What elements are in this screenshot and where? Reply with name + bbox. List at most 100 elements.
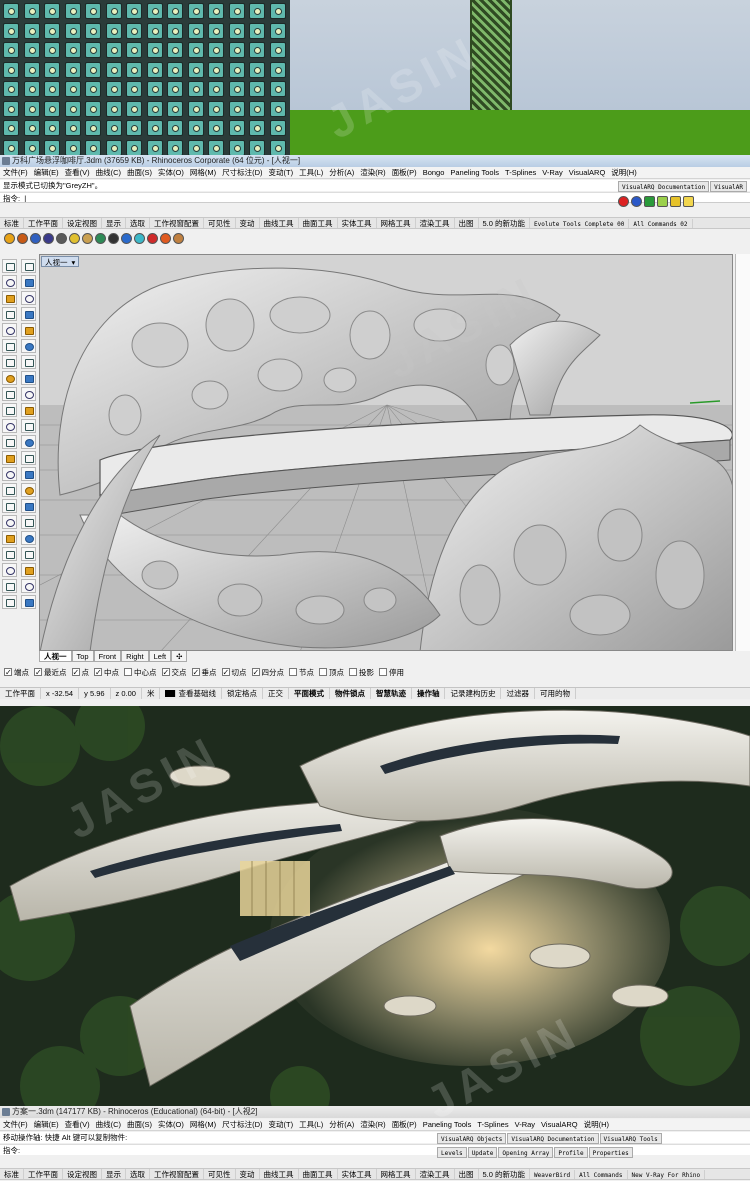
left-tool-icon[interactable] (21, 595, 36, 609)
left-tool-icon[interactable] (2, 291, 17, 305)
left-tool-icon[interactable] (2, 563, 17, 577)
toolbar-tool-icon[interactable] (173, 232, 184, 244)
left-tool-icon[interactable] (2, 307, 17, 321)
toolbar-tab[interactable]: 网格工具 (377, 1169, 416, 1179)
left-tool-icon[interactable] (21, 563, 36, 577)
toolbar-tab[interactable]: 可见性 (204, 1169, 236, 1179)
left-tool-icon[interactable] (21, 371, 36, 385)
toolbar-tool-icon[interactable] (147, 232, 158, 244)
add-viewport-icon[interactable]: ✣ (171, 651, 188, 662)
left-tool-icon[interactable] (21, 387, 36, 401)
left-tool-icon[interactable] (2, 515, 17, 529)
left-tool-icon[interactable] (21, 435, 36, 449)
left-tool-icon[interactable] (2, 467, 17, 481)
osnap-checkbox[interactable]: 节点 (289, 666, 314, 679)
left-tool-icon[interactable] (21, 419, 36, 433)
menu-item[interactable]: 实体(O) (155, 1119, 187, 1130)
left-tool-icon[interactable] (21, 275, 36, 289)
status-toggle[interactable]: 操作轴 (412, 688, 446, 699)
vray-warning-icon[interactable] (683, 195, 694, 207)
osnap-checkbox[interactable]: 四分点 (251, 666, 284, 679)
panel-tab[interactable]: VisualARQ Documentation (618, 181, 710, 192)
left-tool-icon[interactable] (21, 403, 36, 417)
toolbar-tab[interactable]: 曲线工具 (260, 1169, 299, 1179)
toolbar-tab[interactable]: 渲染工具 (416, 1169, 455, 1179)
left-tool-icon[interactable] (2, 403, 17, 417)
toolbar-tab[interactable]: All Commands 02 (629, 219, 693, 228)
menu-item[interactable]: 面板(P) (389, 1119, 420, 1130)
toolbar-tab[interactable]: 设定视图 (63, 218, 102, 228)
toolbar-tool-icon[interactable] (121, 232, 132, 244)
visualarq-tool-button[interactable]: Update (467, 1147, 498, 1158)
vray-light-icon[interactable] (657, 195, 668, 207)
left-tool-icon[interactable] (2, 275, 17, 289)
menu-item[interactable]: 分析(A) (326, 167, 357, 178)
osnap-checkbox[interactable]: 最近点 (34, 666, 67, 679)
left-tool-icon[interactable] (2, 355, 17, 369)
toolbar-tab[interactable]: 网格工具 (377, 218, 416, 228)
menu-item[interactable]: 说明(H) (581, 1119, 612, 1130)
status-toggle[interactable]: 智慧轨迹 (371, 688, 412, 699)
toolbar-tab[interactable]: 5.0 的新功能 (479, 1169, 531, 1179)
toolbar-tool-icon[interactable] (95, 232, 106, 244)
toolbar-tab[interactable]: 变动 (236, 1169, 260, 1179)
menu-item[interactable]: 面板(P) (389, 167, 420, 178)
left-tool-icon[interactable] (2, 259, 17, 273)
left-tool-icon[interactable] (21, 259, 36, 273)
osnap-checkbox[interactable]: 交点 (161, 666, 187, 679)
toolbar-tab[interactable]: 标准 (0, 1169, 24, 1179)
toolbar-tab[interactable]: 工作视窗配置 (150, 1169, 204, 1179)
vray-sun-icon[interactable] (670, 195, 681, 207)
viewport-tab[interactable]: Left (148, 651, 172, 662)
toolbar-tab[interactable]: All Commands (575, 1170, 628, 1179)
left-tool-icon[interactable] (21, 547, 36, 561)
toolbar-tool-icon[interactable] (134, 232, 145, 244)
toolbar-tool-icon[interactable] (17, 232, 28, 244)
right-side-panel[interactable] (735, 254, 750, 651)
left-tool-icon[interactable] (21, 467, 36, 481)
menu-item[interactable]: 分析(A) (326, 1119, 357, 1130)
toolbar-tab[interactable]: New V-Ray For Rhino (628, 1170, 706, 1179)
menu-item[interactable]: VisualARQ (566, 167, 609, 178)
toolbar-tool-icon[interactable] (160, 232, 171, 244)
menu-item[interactable]: Paneling Tools (420, 1119, 475, 1130)
osnap-checkbox[interactable]: 顶点 (319, 666, 344, 679)
osnap-checkbox[interactable]: 中心点 (124, 666, 157, 679)
left-tool-icon[interactable] (21, 323, 36, 337)
toolbar-tab[interactable]: 出图 (455, 218, 479, 228)
menu-item[interactable]: 曲线(C) (93, 167, 124, 178)
osnap-checkbox[interactable]: 端点 (4, 666, 29, 679)
visualarq-tool-button[interactable]: Levels (437, 1147, 467, 1158)
left-tool-icon[interactable] (2, 323, 17, 337)
menu-item[interactable]: 文件(F) (0, 1119, 31, 1130)
menu-item[interactable]: 说明(H) (608, 167, 639, 178)
toolbar-tool-icon[interactable] (4, 232, 15, 244)
panel-tab[interactable]: VisualARQ Objects (437, 1133, 507, 1144)
left-tool-icon[interactable] (2, 595, 17, 609)
toolbar-tab[interactable]: 选取 (126, 1169, 150, 1179)
toolbar-tab[interactable]: 变动 (236, 218, 260, 228)
menu-item[interactable]: 工具(L) (296, 167, 326, 178)
toolbar-tool-icon[interactable] (56, 232, 67, 244)
left-tool-icon[interactable] (21, 531, 36, 545)
viewport-title[interactable]: 人视一 ▾ (41, 256, 80, 267)
menu-item[interactable]: 编辑(E) (31, 167, 62, 178)
toolbar-tab[interactable]: 显示 (102, 1169, 126, 1179)
toolbar-tab[interactable]: 可见性 (204, 218, 236, 228)
toolbar-tab[interactable]: 显示 (102, 218, 126, 228)
osnap-checkbox[interactable]: 投影 (349, 666, 374, 679)
left-tool-icon[interactable] (21, 307, 36, 321)
toolbar-tab[interactable]: 实体工具 (338, 1169, 377, 1179)
toolbar-tool-icon[interactable] (69, 232, 80, 244)
toolbar-tool-icon[interactable] (108, 232, 119, 244)
menu-item[interactable]: 渲染(R) (357, 167, 388, 178)
menu-item[interactable]: VisualARQ (538, 1119, 581, 1130)
left-tool-icon[interactable] (21, 579, 36, 593)
toolbar-tool-icon[interactable] (43, 232, 54, 244)
status-toggle[interactable]: 正交 (263, 688, 289, 699)
toolbar-tab[interactable]: 出图 (455, 1169, 479, 1179)
left-tool-icon[interactable] (21, 355, 36, 369)
left-tool-icon[interactable] (2, 371, 17, 385)
menu-item[interactable]: Paneling Tools (447, 167, 502, 178)
left-tool-icon[interactable] (2, 451, 17, 465)
